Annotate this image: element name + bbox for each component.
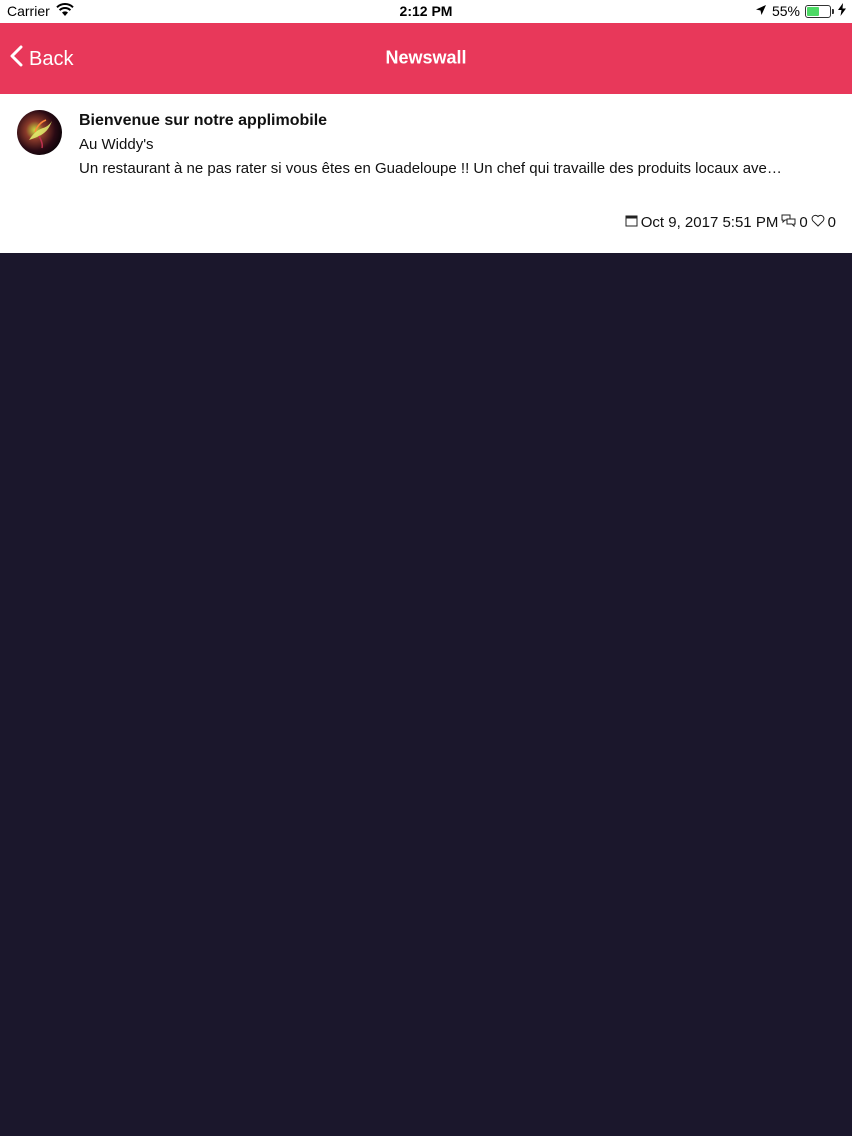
nav-bar: Back Newswall: [0, 23, 852, 94]
status-time: 2:12 PM: [399, 3, 453, 19]
likes-count-text: 0: [827, 214, 836, 231]
post-excerpt: Un restaurant à ne pas rater si vous ête…: [79, 160, 782, 177]
comment-bubbles-icon: [781, 214, 796, 231]
post-meta: Oct 9, 2017 5:51 PM 0 0: [625, 214, 836, 231]
post-author: Au Widdy's: [79, 136, 154, 153]
charging-bolt-icon: [838, 3, 846, 19]
status-right: 55%: [755, 3, 846, 19]
avatar: [17, 110, 62, 155]
location-arrow-icon: [755, 3, 767, 19]
status-bar: Carrier 2:12 PM 55%: [0, 0, 852, 23]
likes-count[interactable]: 0: [811, 214, 836, 231]
calendar-icon: [625, 214, 638, 231]
post-date-text: Oct 9, 2017 5:51 PM: [640, 214, 779, 231]
comments-count[interactable]: 0: [781, 214, 808, 231]
battery-percent: 55%: [771, 3, 800, 19]
battery-icon: [805, 4, 834, 18]
news-item[interactable]: Bienvenue sur notre applimobile Au Widdy…: [0, 94, 852, 253]
heart-icon: [811, 214, 825, 231]
page-title: Newswall: [385, 47, 467, 68]
post-date: Oct 9, 2017 5:51 PM: [625, 214, 779, 231]
comments-count-text: 0: [799, 214, 808, 231]
battery-fill: [807, 6, 820, 16]
post-title: Bienvenue sur notre applimobile: [79, 112, 328, 129]
hummingbird-logo-icon: [29, 119, 52, 149]
